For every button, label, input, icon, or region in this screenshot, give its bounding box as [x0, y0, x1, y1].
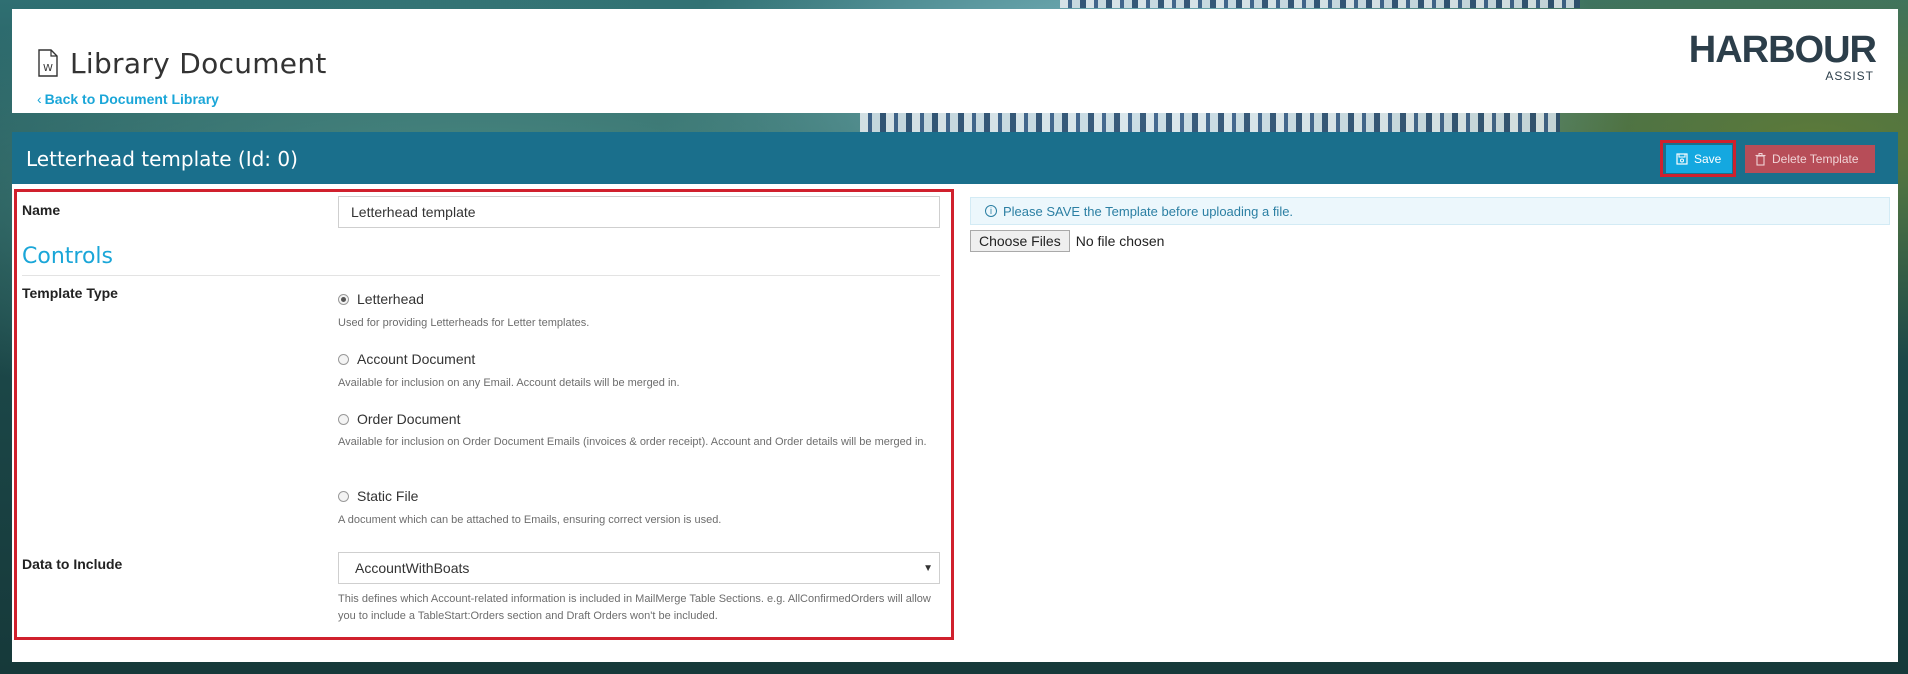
info-icon: i [985, 205, 997, 217]
harbour-assist-logo: HARBOUR ASSIST [1689, 29, 1877, 87]
data-to-include-label: Data to Include [22, 556, 123, 572]
radio-button[interactable] [338, 490, 349, 502]
template-panel: Letterhead template (Id: 0) Save Delete … [12, 132, 1898, 662]
radio-letterhead[interactable]: Letterhead [338, 291, 424, 307]
logo-wordmark: HARBOUR [1688, 29, 1877, 71]
delete-template-button[interactable]: Delete Template [1745, 145, 1875, 173]
info-alert: i Please SAVE the Template before upload… [970, 197, 1890, 225]
save-button-label: Save [1694, 152, 1722, 166]
panel-title: Letterhead template (Id: 0) [26, 147, 298, 171]
file-status: No file chosen [1075, 233, 1165, 249]
page-header: W Library Document ‹ Back to Document Lib… [12, 9, 1898, 113]
chevron-left-icon: ‹ [37, 91, 42, 107]
radio-button[interactable] [338, 353, 349, 365]
template-type-label: Template Type [22, 285, 118, 301]
choose-files-button[interactable]: Choose Files [970, 230, 1070, 252]
panel-header: Letterhead template (Id: 0) Save Delete … [12, 132, 1898, 184]
name-label: Name [22, 202, 61, 218]
save-icon [1676, 153, 1688, 165]
select-value: AccountWithBoats [355, 560, 470, 576]
section-divider [22, 275, 940, 276]
radio-button[interactable] [338, 413, 349, 425]
background-boats [860, 110, 1560, 132]
controls-section-title: Controls [22, 244, 113, 269]
radio-label: Order Document [357, 411, 461, 427]
info-alert-text: Please SAVE the Template before uploadin… [1003, 203, 1294, 219]
svg-text:W: W [43, 63, 53, 74]
radio-help-text: Available for inclusion on any Email. Ac… [338, 377, 680, 389]
radio-help-text: A document which can be attached to Emai… [338, 514, 722, 526]
radio-help-text: Used for providing Letterheads for Lette… [338, 317, 590, 329]
file-upload: Choose Files No file chosen [970, 230, 1164, 252]
data-to-include-select[interactable]: AccountWithBoats ▼ [338, 552, 940, 584]
radio-button-checked[interactable] [338, 293, 349, 305]
back-link-label: Back to Document Library [44, 91, 219, 107]
back-to-library-link[interactable]: ‹ Back to Document Library [37, 91, 219, 107]
radio-order-document[interactable]: Order Document [338, 411, 460, 427]
radio-label: Static File [357, 488, 419, 504]
logo-subtitle: ASSIST [1825, 69, 1874, 83]
radio-label: Account Document [357, 351, 476, 367]
name-input[interactable] [338, 196, 940, 228]
delete-button-label: Delete Template [1772, 152, 1859, 166]
page-title: Library Document [70, 47, 327, 80]
radio-label: Letterhead [357, 291, 424, 307]
background-boats-top [1060, 0, 1580, 8]
radio-help-text: Available for inclusion on Order Documen… [338, 436, 927, 448]
radio-account-document[interactable]: Account Document [338, 351, 475, 367]
trash-icon [1755, 152, 1766, 166]
save-button[interactable]: Save [1666, 145, 1732, 173]
data-help-text: This defines which Account-related infor… [338, 593, 931, 622]
dropdown-arrow-icon: ▼ [923, 563, 933, 574]
radio-static-file[interactable]: Static File [338, 488, 418, 504]
word-document-icon: W [38, 49, 58, 77]
